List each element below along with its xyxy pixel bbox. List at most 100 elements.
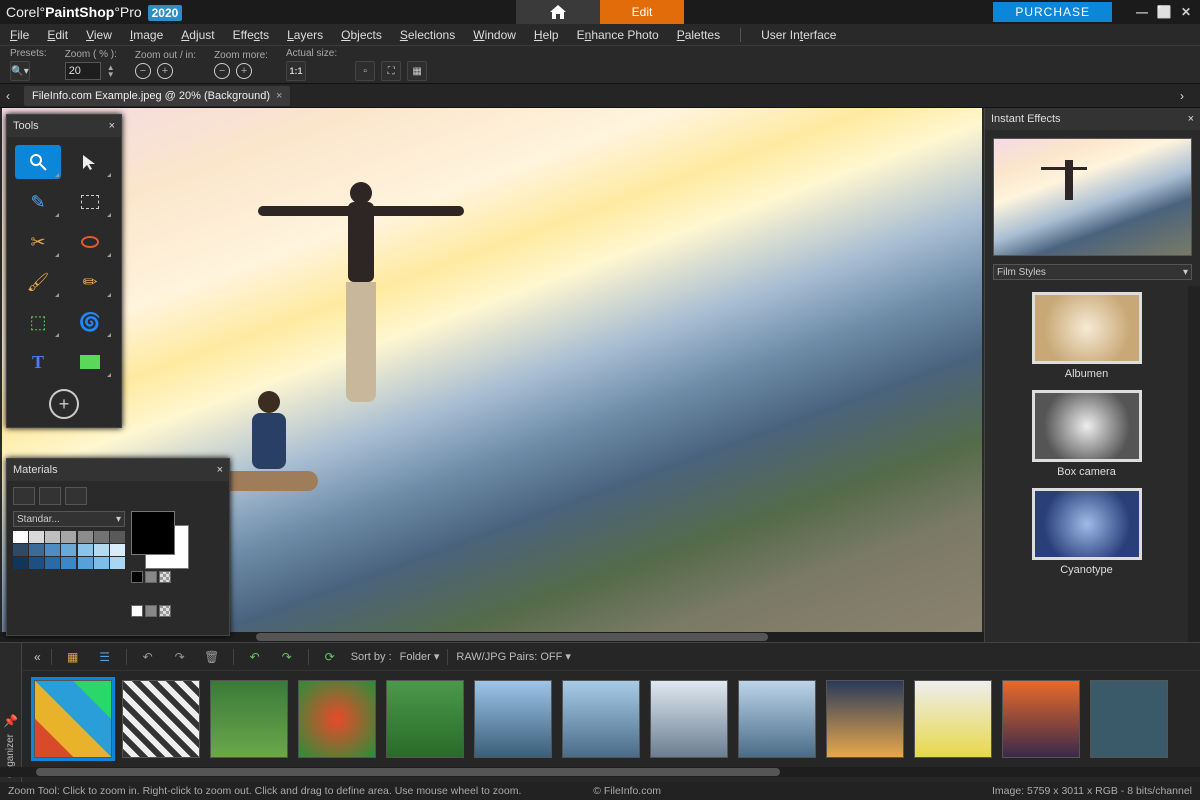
add-tool-button[interactable]: + — [49, 389, 79, 419]
picture-tube-tool[interactable]: ⬚ — [15, 305, 61, 339]
color-swatch[interactable] — [61, 531, 76, 543]
menu-file[interactable]: File — [10, 28, 29, 42]
redeye-tool[interactable] — [67, 225, 113, 259]
menu-view[interactable]: View — [86, 28, 112, 42]
zoom-more-out-button[interactable]: − — [214, 63, 230, 79]
crop-tool[interactable]: ✂ — [15, 225, 61, 259]
palette-style-select[interactable]: Standar...▾ — [13, 511, 125, 527]
material-props-1[interactable] — [131, 571, 223, 583]
purchase-button[interactable]: PURCHASE — [993, 2, 1112, 22]
zoom-tool[interactable] — [15, 145, 61, 179]
menu-user-interface[interactable]: User Interface — [761, 28, 836, 42]
organizer-thumb[interactable] — [650, 680, 728, 758]
color-swatch[interactable] — [61, 544, 76, 556]
panel-close-icon[interactable]: × — [1188, 113, 1194, 125]
effect-category-select[interactable]: Film Styles▾ — [993, 264, 1192, 280]
menu-adjust[interactable]: Adjust — [181, 28, 214, 42]
zoom-more-in-button[interactable]: + — [236, 63, 252, 79]
organizer-thumb[interactable] — [210, 680, 288, 758]
org-view-thumbs-button[interactable]: ▦ — [62, 647, 84, 667]
org-view-list-button[interactable]: ☰ — [94, 647, 116, 667]
home-tab[interactable] — [516, 0, 600, 24]
org-undo-button[interactable]: ↶ — [244, 647, 266, 667]
zoom-input[interactable] — [65, 62, 101, 80]
color-swatch[interactable] — [13, 544, 28, 556]
color-swatch[interactable] — [94, 544, 109, 556]
zoom-in-button[interactable]: + — [157, 63, 173, 79]
organizer-thumb[interactable] — [474, 680, 552, 758]
org-rotate-right-button[interactable]: ↷ — [169, 647, 191, 667]
color-swatch[interactable] — [61, 557, 76, 569]
edit-tab[interactable]: Edit — [600, 0, 684, 24]
fg-color-swatch[interactable] — [131, 511, 175, 555]
color-swatch[interactable] — [110, 557, 125, 569]
pointer-tool[interactable] — [67, 145, 113, 179]
color-swatch[interactable] — [94, 531, 109, 543]
menu-effects[interactable]: Effects — [233, 28, 269, 42]
effects-vscrollbar[interactable] — [1188, 286, 1200, 642]
shape-tool[interactable] — [67, 345, 113, 379]
fill-tool[interactable]: 🌀 — [67, 305, 113, 339]
color-swatch[interactable] — [13, 531, 28, 543]
materials-tab-swatches[interactable] — [13, 487, 35, 505]
effect-item-box-camera[interactable]: Box camera — [995, 390, 1178, 478]
sortby-folder-select[interactable]: Folder ▾ — [400, 650, 440, 663]
menu-enhance-photo[interactable]: Enhance Photo — [577, 28, 659, 42]
organizer-thumb[interactable] — [34, 680, 112, 758]
doc-next-icon[interactable]: › — [1180, 89, 1194, 103]
zoom-out-button[interactable]: − — [135, 63, 151, 79]
menu-objects[interactable]: Objects — [341, 28, 382, 42]
organizer-thumb[interactable] — [298, 680, 376, 758]
raw-jpg-toggle[interactable]: RAW/JPG Pairs: OFF ▾ — [456, 650, 571, 663]
dropper-tool[interactable]: ✎ — [15, 185, 61, 219]
menu-layers[interactable]: Layers — [287, 28, 323, 42]
fg-bg-colors[interactable] — [131, 511, 189, 569]
org-redo-button[interactable]: ↷ — [276, 647, 298, 667]
doc-prev-icon[interactable]: ‹ — [6, 89, 20, 103]
material-props-2[interactable] — [131, 605, 223, 617]
color-swatch[interactable] — [78, 531, 93, 543]
organizer-thumb[interactable] — [386, 680, 464, 758]
document-tab-close-icon[interactable]: × — [276, 90, 282, 102]
close-icon[interactable]: ✕ — [1178, 4, 1194, 20]
panel-close-icon[interactable]: × — [109, 120, 115, 132]
color-swatch[interactable] — [110, 531, 125, 543]
selection-tool[interactable] — [67, 185, 113, 219]
menu-palettes[interactable]: Palettes — [677, 28, 720, 42]
zoom-spinner-icon[interactable]: ▲▼ — [107, 64, 115, 78]
org-rotate-left-button[interactable]: ↶ — [137, 647, 159, 667]
color-swatch[interactable] — [45, 557, 60, 569]
organizer-thumb[interactable] — [738, 680, 816, 758]
fit-window-button[interactable]: ▫ — [355, 61, 375, 81]
text-tool[interactable]: T — [15, 345, 61, 379]
color-swatch[interactable] — [94, 557, 109, 569]
org-delete-button[interactable]: 🗑 — [201, 647, 223, 667]
paintbrush-tool[interactable]: 🖌 — [15, 265, 61, 299]
color-swatch[interactable] — [45, 531, 60, 543]
menu-image[interactable]: Image — [130, 28, 163, 42]
actual-size-button[interactable]: 1:1 — [286, 61, 306, 81]
color-swatch[interactable] — [29, 544, 44, 556]
color-swatch[interactable] — [45, 544, 60, 556]
materials-tab-frame[interactable] — [65, 487, 87, 505]
organizer-hscrollbar[interactable] — [0, 767, 1200, 777]
color-swatch[interactable] — [29, 531, 44, 543]
clone-tool[interactable]: ✏ — [67, 265, 113, 299]
organizer-thumb[interactable] — [914, 680, 992, 758]
organizer-thumb[interactable] — [1090, 680, 1168, 758]
organizer-thumb[interactable] — [1002, 680, 1080, 758]
presets-dropdown[interactable]: 🔍▾ — [10, 61, 30, 81]
color-swatch[interactable] — [78, 557, 93, 569]
organizer-thumb[interactable] — [562, 680, 640, 758]
menu-help[interactable]: Help — [534, 28, 559, 42]
materials-tab-hsl[interactable] — [39, 487, 61, 505]
color-swatch[interactable] — [78, 544, 93, 556]
organizer-thumb[interactable] — [122, 680, 200, 758]
fit-screen-button[interactable]: ⛶ — [381, 61, 401, 81]
color-swatch[interactable] — [110, 544, 125, 556]
minimize-icon[interactable]: — — [1134, 4, 1150, 20]
grid-toggle-button[interactable]: ▦ — [407, 61, 427, 81]
effect-item-cyanotype[interactable]: Cyanotype — [995, 488, 1178, 576]
color-swatch[interactable] — [13, 557, 28, 569]
document-tab[interactable]: FileInfo.com Example.jpeg @ 20% (Backgro… — [24, 86, 290, 106]
